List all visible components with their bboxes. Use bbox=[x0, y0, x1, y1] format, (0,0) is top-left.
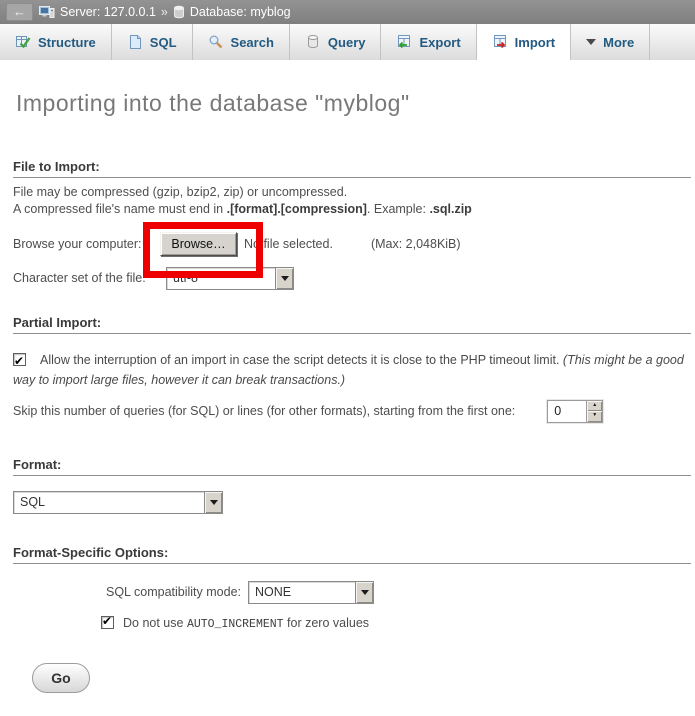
chevron-down-icon bbox=[210, 500, 218, 505]
section-format-legend: Format: bbox=[13, 457, 691, 476]
tabbar-filler bbox=[650, 24, 695, 60]
tab-label: Structure bbox=[38, 35, 96, 50]
auto-increment-row: Do not use AUTO_INCREMENT for zero value… bbox=[101, 616, 691, 631]
allow-interrupt-label: Allow the interruption of an import in c… bbox=[40, 353, 563, 367]
sql-compatibility-select[interactable]: NONE bbox=[248, 581, 374, 604]
filename-note-prefix: A compressed file's name must end in bbox=[13, 202, 227, 216]
sql-compatibility-label: SQL compatibility mode: bbox=[13, 585, 241, 599]
page-title: Importing into the database "myblog" bbox=[16, 90, 691, 117]
tab-label: Query bbox=[328, 35, 366, 50]
chevron-down-icon bbox=[586, 39, 596, 45]
structure-icon bbox=[15, 34, 31, 50]
format-row: SQL bbox=[13, 491, 691, 514]
format-select[interactable]: SQL bbox=[13, 491, 223, 514]
chevron-down-icon bbox=[361, 590, 369, 595]
sql-icon bbox=[127, 34, 143, 50]
back-button[interactable]: ← bbox=[6, 3, 33, 21]
section-partial-import-legend: Partial Import: bbox=[13, 315, 691, 334]
search-icon bbox=[208, 34, 224, 50]
breadcrumb: Server: 127.0.0.1 » Database: myblog bbox=[39, 5, 291, 20]
compression-note: File may be compressed (gzip, bzip2, zip… bbox=[13, 184, 691, 218]
database-icon bbox=[173, 5, 185, 19]
charset-select-value: utf-8 bbox=[167, 268, 275, 289]
tab-sql[interactable]: SQL bbox=[112, 24, 193, 60]
tab-label: SQL bbox=[150, 35, 177, 50]
tab-query[interactable]: Query bbox=[290, 24, 382, 60]
go-button[interactable]: Go bbox=[32, 663, 90, 693]
compression-note-line1: File may be compressed (gzip, bzip2, zip… bbox=[13, 185, 347, 199]
skip-queries-label: Skip this number of queries (for SQL) or… bbox=[13, 404, 515, 418]
skip-queries-value: 0 bbox=[548, 401, 586, 422]
breadcrumb-separator: » bbox=[161, 5, 168, 19]
sql-compatibility-row: SQL compatibility mode: NONE bbox=[13, 580, 691, 604]
select-arrow-button[interactable] bbox=[355, 582, 373, 603]
max-size-text: (Max: 2,048KiB) bbox=[371, 237, 461, 251]
charset-select[interactable]: utf-8 bbox=[166, 267, 294, 290]
server-icon bbox=[39, 5, 55, 20]
tab-search[interactable]: Search bbox=[193, 24, 290, 60]
section-file-to-import-legend: File to Import: bbox=[13, 159, 691, 178]
allow-interrupt-row: Allow the interruption of an import in c… bbox=[13, 350, 691, 390]
tab-bar: Structure SQL Search Query bbox=[0, 24, 695, 60]
breadcrumb-bar: ← Server: 127.0.0.1 » Database: myblog bbox=[0, 0, 695, 24]
main-content: Importing into the database "myblog" Fil… bbox=[0, 90, 695, 693]
charset-row: Character set of the file: utf-8 bbox=[13, 266, 691, 290]
import-icon bbox=[492, 34, 508, 50]
tab-export[interactable]: Export bbox=[381, 24, 476, 60]
browse-button[interactable]: Browse… bbox=[160, 232, 237, 256]
skip-queries-stepper[interactable]: 0 ▲ ▼ bbox=[547, 400, 603, 423]
no-file-selected-text: No file selected. bbox=[244, 237, 333, 251]
stepper-down-button[interactable]: ▼ bbox=[587, 411, 602, 422]
breadcrumb-database[interactable]: Database: myblog bbox=[190, 5, 291, 19]
select-arrow-button[interactable] bbox=[275, 268, 293, 289]
export-icon bbox=[396, 34, 412, 50]
stepper-up-button[interactable]: ▲ bbox=[587, 401, 602, 412]
tab-label: Import bbox=[515, 35, 555, 50]
filename-note-mid: . Example: bbox=[367, 202, 430, 216]
select-arrow-button[interactable] bbox=[204, 492, 222, 513]
tab-more[interactable]: More bbox=[571, 24, 650, 60]
auto-increment-label-prefix: Do not use bbox=[123, 616, 187, 630]
auto-increment-code: AUTO_INCREMENT bbox=[187, 618, 284, 631]
tab-import[interactable]: Import bbox=[477, 24, 571, 60]
filename-pattern: .[format].[compression] bbox=[227, 202, 367, 216]
section-format-options-legend: Format-Specific Options: bbox=[13, 545, 691, 564]
tab-label: Search bbox=[231, 35, 274, 50]
skip-queries-row: Skip this number of queries (for SQL) or… bbox=[13, 399, 691, 423]
browse-label: Browse your computer: bbox=[13, 237, 160, 251]
filename-example: .sql.zip bbox=[429, 202, 471, 216]
tab-structure[interactable]: Structure bbox=[0, 24, 112, 60]
allow-interrupt-checkbox[interactable] bbox=[13, 353, 26, 366]
tab-label: Export bbox=[419, 35, 460, 50]
tab-label: More bbox=[603, 35, 634, 50]
format-select-value: SQL bbox=[14, 492, 204, 513]
chevron-down-icon bbox=[281, 276, 289, 281]
sql-compatibility-value: NONE bbox=[249, 582, 355, 603]
stepper-buttons: ▲ ▼ bbox=[586, 401, 602, 422]
auto-increment-label-suffix: for zero values bbox=[284, 616, 369, 630]
file-upload-row: Browse your computer: Browse… No file se… bbox=[13, 231, 691, 257]
breadcrumb-server[interactable]: Server: 127.0.0.1 bbox=[60, 5, 156, 19]
auto-increment-checkbox[interactable] bbox=[101, 616, 114, 629]
charset-label: Character set of the file: bbox=[13, 271, 166, 285]
query-icon bbox=[305, 34, 321, 50]
